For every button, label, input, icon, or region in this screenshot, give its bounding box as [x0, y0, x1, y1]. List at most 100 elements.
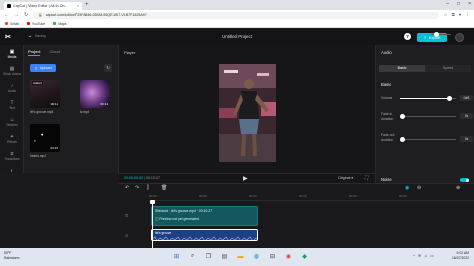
app-icon[interactable]: ◆: [299, 251, 310, 262]
audio-track-mute-icon[interactable]: ⊙: [125, 233, 128, 238]
task-view-icon[interactable]: ❐: [203, 251, 214, 262]
fadeout-value[interactable]: 0s: [460, 136, 473, 142]
media-thumb-lets-groove[interactable]: Added 00:11: [30, 80, 60, 108]
wifi-icon[interactable]: ≋: [418, 253, 421, 258]
tab-cloud[interactable]: Cloud: [49, 49, 59, 56]
timeline-toolbar: ↶ ↷ ⫿ 🗑 ◉ ⊖ ⊕: [119, 183, 474, 193]
project-title[interactable]: Untitled Project: [0, 34, 474, 39]
fadein-slider[interactable]: [399, 114, 456, 119]
video-track-lock-icon[interactable]: ⊡: [125, 213, 128, 218]
play-icon[interactable]: ▶: [243, 175, 248, 182]
zoom-knob[interactable]: [434, 32, 439, 37]
chevron-up-icon[interactable]: ^: [413, 253, 415, 258]
chrome-icon[interactable]: ◉: [283, 251, 294, 262]
menu-icon[interactable]: ⋮: [466, 12, 471, 18]
store-icon[interactable]: ⊟: [267, 251, 278, 262]
tab-speed[interactable]: Speed: [425, 65, 471, 72]
avatar[interactable]: [455, 33, 464, 42]
upload-button[interactable]: ⇧ Upload: [30, 64, 56, 72]
nav-effects[interactable]: ✦ Effects: [0, 134, 24, 144]
fadeout-knob[interactable]: [399, 137, 405, 142]
tab-project[interactable]: Project: [28, 49, 41, 56]
file-explorer-icon[interactable]: ▬: [235, 251, 246, 262]
ruler-tick: 00:00: [149, 194, 157, 198]
volume-fill: [400, 98, 450, 99]
nav-audio[interactable]: ♪ Audio: [0, 83, 24, 93]
tab-basic[interactable]: Basic: [379, 65, 425, 72]
weather-widget[interactable]: 59°F Rainstorm: [4, 251, 19, 260]
volume-slider[interactable]: [400, 96, 456, 101]
clock[interactable]: 9:02 AM 16/07/2022: [452, 251, 469, 260]
windows-taskbar: 59°F Rainstorm ⊞ ⌕ ❐ ▤ ▬ ◍ ⊟ ◉ ◆ ^ ≋ ♫ ▭…: [0, 248, 474, 266]
fadein-knob[interactable]: [399, 114, 405, 119]
close-window-icon[interactable]: ×: [468, 1, 471, 7]
bookmark-gmail[interactable]: Gmail: [5, 22, 19, 26]
back-icon[interactable]: ←: [4, 12, 9, 18]
video-preview[interactable]: [219, 64, 276, 162]
nav-stock-videos[interactable]: ▦ Stock videos: [0, 66, 24, 76]
ruler-tick: 00:25: [399, 194, 407, 198]
help-icon[interactable]: ?: [404, 33, 411, 40]
aspect-ratio-select[interactable]: Original ▾: [338, 176, 353, 180]
added-badge: Added: [32, 81, 43, 85]
media-thumb-tv[interactable]: 00:14: [80, 80, 110, 108]
player-label: Player: [124, 50, 136, 55]
browser-tab[interactable]: CapCut | Video Editor | All-In-On... ×: [4, 2, 82, 10]
export-icon: ⇪: [423, 35, 427, 40]
star-icon[interactable]: ☆: [444, 12, 448, 18]
delete-icon[interactable]: 🗑: [161, 185, 167, 191]
undo-icon[interactable]: ↶: [125, 185, 129, 191]
fadein-value[interactable]: 0s: [460, 113, 473, 119]
volume-value[interactable]: 0dB: [460, 95, 473, 101]
start-icon[interactable]: ⊞: [171, 251, 182, 262]
nav-text[interactable]: T Text: [0, 100, 24, 110]
minimize-icon[interactable]: –: [446, 1, 449, 7]
link-icon[interactable]: ⊖: [417, 185, 421, 191]
tab-close-icon[interactable]: ×: [77, 4, 79, 8]
fadeout-slider[interactable]: [399, 137, 456, 142]
left-empty-area: [0, 173, 119, 248]
ruler-tick: 00:20: [349, 194, 357, 198]
volume-knob[interactable]: [446, 96, 452, 101]
search-icon[interactable]: ⌕: [187, 251, 198, 262]
ruler-tick: 00:15: [299, 194, 307, 198]
bookmark-maps[interactable]: Maps: [53, 22, 66, 26]
split-icon[interactable]: ⫿: [147, 185, 149, 191]
thumb-name: tv.mp4: [80, 110, 90, 114]
reload-icon[interactable]: ↻: [24, 12, 28, 18]
fullscreen-icon[interactable]: ⛶: [365, 175, 368, 180]
clock-date: 16/07/2022: [452, 255, 469, 260]
zoom-fit-icon[interactable]: ⊕: [456, 185, 460, 191]
magnet-icon[interactable]: ◉: [405, 185, 409, 191]
widgets-icon[interactable]: ▤: [219, 251, 230, 262]
video-clip[interactable]: Silenced · let's groove.mp4 · 00:10:27 ⓘ…: [151, 206, 258, 226]
zoom-slider[interactable]: [431, 32, 451, 37]
timecode: 00:00:00:00 | 00:10:27: [124, 176, 160, 180]
ruler-tick: 00:05: [199, 194, 207, 198]
tab-title: CapCut | Video Editor | All-In-On...: [13, 4, 68, 8]
battery-icon[interactable]: ▭: [430, 253, 434, 258]
nav-media[interactable]: ▣ Media: [0, 49, 24, 59]
noise-toggle[interactable]: [460, 178, 469, 182]
media-thumb-hearts[interactable]: ♥ ♥ 00:15: [30, 124, 60, 152]
redo-icon[interactable]: ↷: [135, 185, 139, 191]
audio-clip[interactable]: let's groove: [151, 229, 258, 241]
nav-transitions[interactable]: ⧖ Transitions: [0, 151, 24, 161]
edge-icon[interactable]: ◍: [251, 251, 262, 262]
extensions-icon[interactable]: ⧉: [452, 12, 455, 18]
url-field[interactable]: 🔒 capcut.com/editor/F29F8846-0D0M-55QE-8…: [33, 11, 439, 19]
nav-stickers[interactable]: ☺ Stickers: [0, 117, 24, 127]
volume-icon[interactable]: ♫: [424, 253, 427, 258]
playhead[interactable]: [150, 200, 155, 248]
record-icon[interactable]: ↻: [104, 64, 112, 72]
forward-icon[interactable]: →: [14, 12, 19, 18]
new-tab-icon[interactable]: +: [85, 2, 89, 9]
bookmark-youtube[interactable]: YouTube: [26, 22, 45, 26]
upload-icon: ⇧: [34, 66, 38, 71]
address-bar-row: ← → ↻ 🔒 capcut.com/editor/F29F8846-0D0M-…: [0, 10, 474, 20]
profile-icon[interactable]: ●: [459, 12, 462, 18]
maximize-icon[interactable]: □: [457, 1, 460, 7]
audio-clip-label: let's groove: [155, 231, 172, 235]
lock-icon: 🔒: [38, 13, 43, 17]
thumb-duration: 00:11: [50, 102, 58, 106]
